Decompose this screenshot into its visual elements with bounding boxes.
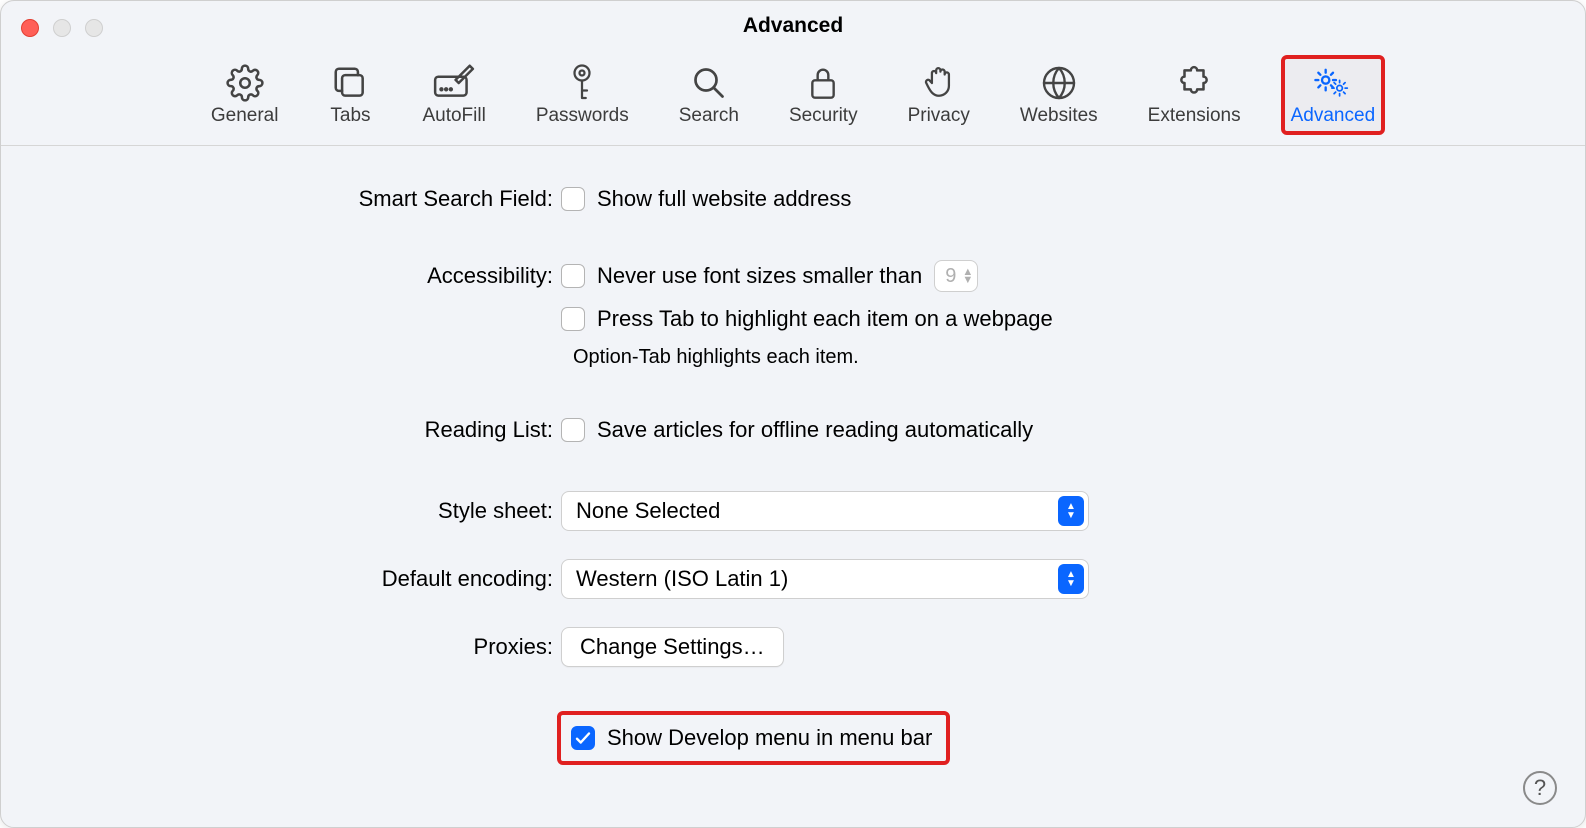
smart-search-label: Smart Search Field: bbox=[1, 186, 561, 212]
tabs-icon bbox=[328, 61, 372, 105]
tab-privacy[interactable]: Privacy bbox=[902, 59, 976, 131]
proxies-label: Proxies: bbox=[1, 634, 561, 660]
window-minimize-button[interactable] bbox=[53, 19, 71, 37]
default-encoding-value: Western (ISO Latin 1) bbox=[576, 566, 788, 592]
preferences-toolbar: General Tabs AutoFill Passwords Search bbox=[1, 51, 1585, 146]
preferences-window: Advanced General Tabs AutoFill Passwor bbox=[0, 0, 1586, 828]
accessibility-hint: Option-Tab highlights each item. bbox=[573, 346, 1585, 369]
tab-security[interactable]: Security bbox=[783, 59, 864, 131]
row-proxies: Proxies: Change Settings… bbox=[1, 627, 1585, 667]
default-encoding-select[interactable]: Western (ISO Latin 1) ▲▼ bbox=[561, 559, 1089, 599]
develop-menu-checkbox[interactable] bbox=[571, 726, 595, 750]
search-icon bbox=[687, 61, 731, 105]
row-reading-list: Reading List: Save articles for offline … bbox=[1, 417, 1585, 443]
reading-list-offline-checkbox[interactable] bbox=[561, 418, 585, 442]
row-accessibility-press-tab: Press Tab to highlight each item on a we… bbox=[1, 306, 1585, 332]
content-area: Smart Search Field: Show full website ad… bbox=[1, 146, 1585, 761]
row-style-sheet: Style sheet: None Selected ▲▼ bbox=[1, 491, 1585, 531]
tab-label: Privacy bbox=[908, 105, 970, 127]
tab-label: Passwords bbox=[536, 105, 629, 127]
min-font-checkbox[interactable] bbox=[561, 264, 585, 288]
min-font-stepper[interactable]: 9 ▲▼ bbox=[934, 260, 978, 292]
press-tab-checkbox[interactable] bbox=[561, 307, 585, 331]
help-button[interactable]: ? bbox=[1523, 771, 1557, 805]
window-close-button[interactable] bbox=[21, 19, 39, 37]
style-sheet-select[interactable]: None Selected ▲▼ bbox=[561, 491, 1089, 531]
develop-menu-text: Show Develop menu in menu bar bbox=[607, 725, 932, 751]
tab-label: Extensions bbox=[1148, 105, 1241, 127]
accessibility-label: Accessibility: bbox=[1, 263, 561, 289]
chevron-up-down-icon: ▲▼ bbox=[962, 268, 973, 284]
change-settings-label: Change Settings… bbox=[580, 634, 765, 660]
reading-list-offline-text: Save articles for offline reading automa… bbox=[597, 417, 1033, 443]
globe-icon bbox=[1037, 61, 1081, 105]
tab-autofill[interactable]: AutoFill bbox=[416, 59, 491, 131]
tab-extensions[interactable]: Extensions bbox=[1142, 59, 1247, 131]
window-zoom-button[interactable] bbox=[85, 19, 103, 37]
chevron-up-down-icon: ▲▼ bbox=[1058, 564, 1084, 594]
question-mark-icon: ? bbox=[1534, 775, 1546, 801]
tab-general[interactable]: General bbox=[205, 59, 285, 131]
titlebar: Advanced bbox=[1, 1, 1585, 51]
traffic-lights bbox=[21, 19, 103, 37]
style-sheet-value: None Selected bbox=[576, 498, 720, 524]
change-settings-button[interactable]: Change Settings… bbox=[561, 627, 784, 667]
min-font-text: Never use font sizes smaller than bbox=[597, 263, 922, 289]
show-full-address-text: Show full website address bbox=[597, 186, 851, 212]
tab-label: General bbox=[211, 105, 279, 127]
tab-label: Advanced bbox=[1291, 105, 1376, 127]
row-default-encoding: Default encoding: Western (ISO Latin 1) … bbox=[1, 559, 1585, 599]
key-icon bbox=[560, 61, 604, 105]
puzzle-icon bbox=[1172, 61, 1216, 105]
tab-tabs[interactable]: Tabs bbox=[322, 59, 378, 131]
reading-list-label: Reading List: bbox=[1, 417, 561, 443]
press-tab-text: Press Tab to highlight each item on a we… bbox=[597, 306, 1053, 332]
tab-search[interactable]: Search bbox=[673, 59, 745, 131]
min-font-value: 9 bbox=[945, 265, 956, 288]
tab-label: Security bbox=[789, 105, 858, 127]
row-develop-menu: Show Develop menu in menu bar bbox=[1, 715, 1585, 761]
develop-menu-highlight: Show Develop menu in menu bar bbox=[561, 715, 946, 761]
chevron-up-down-icon: ▲▼ bbox=[1058, 496, 1084, 526]
row-smart-search: Smart Search Field: Show full website ad… bbox=[1, 186, 1585, 212]
pencil-box-icon bbox=[432, 61, 476, 105]
tab-advanced[interactable]: Advanced bbox=[1285, 59, 1382, 131]
gear-icon bbox=[223, 61, 267, 105]
tab-label: Tabs bbox=[330, 105, 370, 127]
tab-label: AutoFill bbox=[422, 105, 485, 127]
tab-label: Search bbox=[679, 105, 739, 127]
tab-label: Websites bbox=[1020, 105, 1098, 127]
hand-icon bbox=[917, 61, 961, 105]
lock-icon bbox=[801, 61, 845, 105]
style-sheet-label: Style sheet: bbox=[1, 498, 561, 524]
row-accessibility-min-font: Accessibility: Never use font sizes smal… bbox=[1, 260, 1585, 292]
window-title: Advanced bbox=[743, 14, 843, 38]
default-encoding-label: Default encoding: bbox=[1, 566, 561, 592]
tab-passwords[interactable]: Passwords bbox=[530, 59, 635, 131]
tab-websites[interactable]: Websites bbox=[1014, 59, 1104, 131]
show-full-address-checkbox[interactable] bbox=[561, 187, 585, 211]
double-gear-icon bbox=[1311, 61, 1355, 105]
